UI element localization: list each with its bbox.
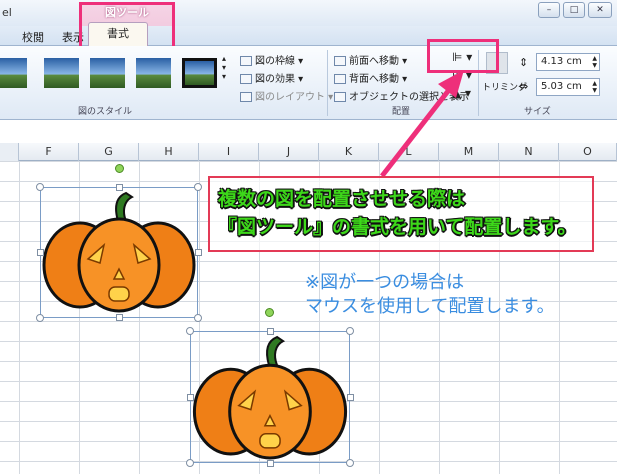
note-line-1: ※図が一つの場合は [305, 272, 465, 293]
note-line-2: マウスを使用して配置します。 [305, 296, 555, 317]
callout-box: 複数の図を配置させせる際は 『図ツール』の書式を用いて配置します。 [208, 176, 594, 252]
callout-line-1: 複数の図を配置させせる際は [218, 188, 466, 210]
callout-line-2: 『図ツール』の書式を用いて配置します。 [218, 216, 577, 238]
